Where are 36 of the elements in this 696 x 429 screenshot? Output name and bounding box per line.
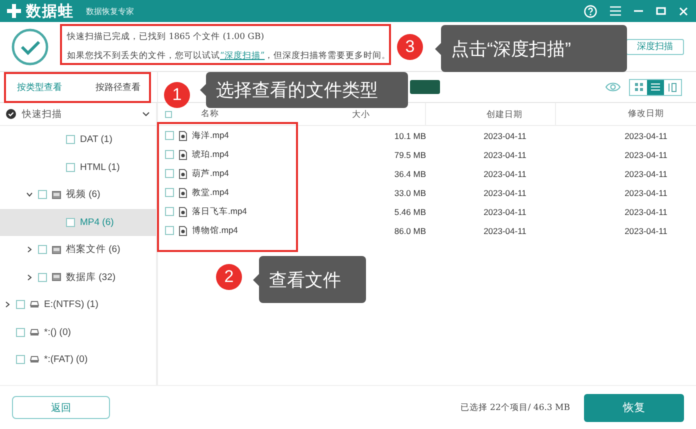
selection-summary: 已选择 22个项目/ 46.3 MB <box>460 402 570 414</box>
created-date-cell-text: 2023-04-11 <box>482 188 528 198</box>
modified-date-cell-text: 2023-04-11 <box>624 168 668 178</box>
scan-group-label: 快速扫描 <box>22 108 63 120</box>
modified-date-cell-text: 2023-04-11 <box>624 188 668 198</box>
callout-label: 查看文件 <box>253 256 366 303</box>
app-subtitle: 数据恢复专家 <box>86 6 134 16</box>
file-name-cell: 琥珀.mp4 <box>192 148 229 160</box>
modified-date-cell-text: 2023-04-11 <box>624 206 668 216</box>
file-size-cell-text: 79.5 MB <box>393 150 426 160</box>
modified-date-cell-text: 2023-04-11 <box>624 226 668 236</box>
file-size-cell-text: 10.1 MB <box>393 130 426 140</box>
app-logo-text: 数据蛙 <box>26 2 74 20</box>
step-number-badge: 3 <box>397 34 423 60</box>
file-size-cell-text: 5.46 MB <box>393 206 426 216</box>
modified-date-cell-text: 2023-04-11 <box>624 150 668 160</box>
step-number-badge: 2 <box>216 264 242 290</box>
file-name-cell: 葫芦.mp4 <box>192 168 229 180</box>
step-number-badge: 1 <box>164 82 190 108</box>
file-size-cell-text: 36.4 MB <box>393 168 426 178</box>
file-name-cell: 落日飞车.mp4 <box>192 206 247 218</box>
callout-label: 点击“深度扫描” <box>435 25 627 72</box>
modified-date-cell-text: 2023-04-11 <box>624 130 668 140</box>
created-date-cell-text: 2023-04-11 <box>482 168 528 178</box>
file-name-cell: 海洋.mp4 <box>192 130 229 142</box>
created-date-cell-text: 2023-04-11 <box>482 130 528 140</box>
file-size-cell-text: 33.0 MB <box>393 188 426 198</box>
file-name-cell: 教堂.mp4 <box>192 186 229 198</box>
created-date-cell-text: 2023-04-11 <box>482 150 528 160</box>
scan-hint-text: 如果您找不到丢失的文件，您可以试试“深度扫描”，但深度扫描将需要更多时间。 <box>67 50 391 62</box>
created-date-cell-text: 2023-04-11 <box>482 226 528 236</box>
file-name-cell: 博物馆.mp4 <box>192 224 238 236</box>
callout-label: 选择查看的文件类型 <box>200 72 408 108</box>
scan-status-text: 快速扫描已完成，已找到 1865 个文件 (1.00 GB) <box>67 31 266 43</box>
file-size-cell-text: 86.0 MB <box>393 226 426 236</box>
created-date-cell-text: 2023-04-11 <box>482 206 528 216</box>
